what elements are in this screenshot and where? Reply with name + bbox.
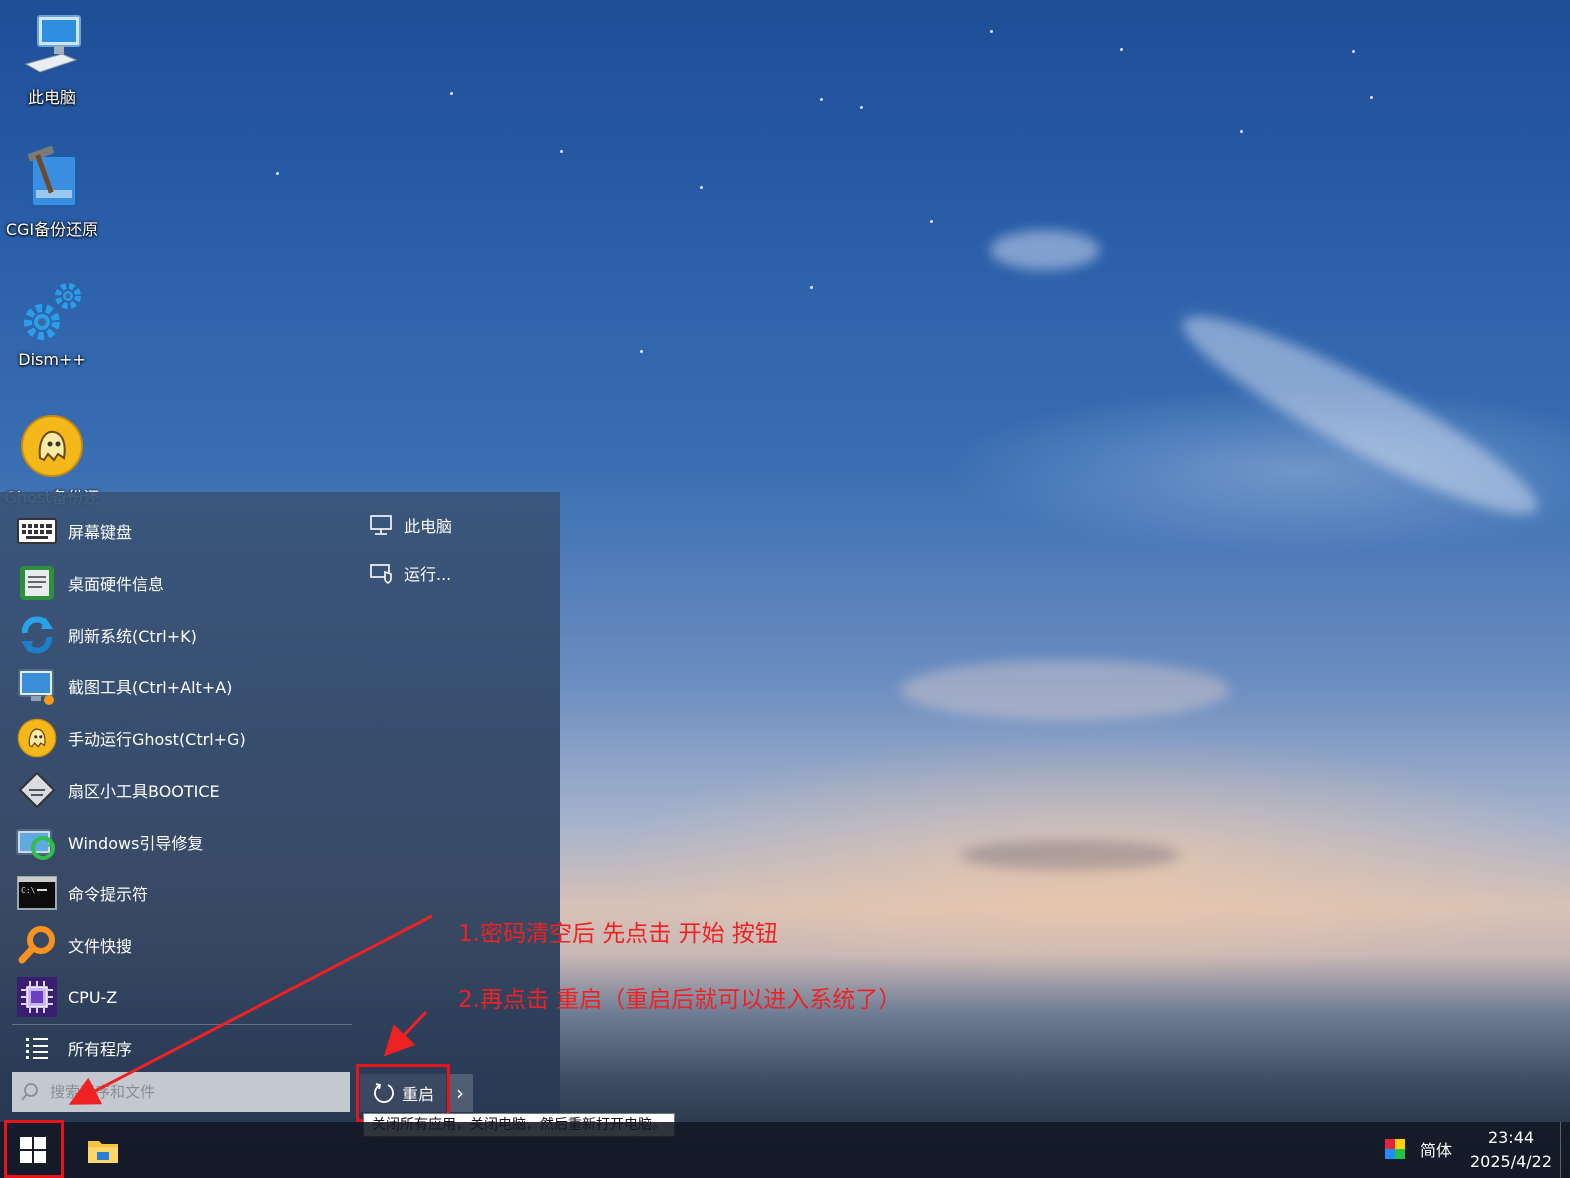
cgi-backup-icon — [20, 146, 84, 210]
app-item-onscreen-keyboard[interactable]: 屏幕键盘 — [14, 507, 344, 555]
search-input[interactable] — [48, 1082, 332, 1102]
app-item-command-prompt[interactable]: C:\ 命令提示符 — [14, 869, 344, 917]
all-programs-button[interactable]: 所有程序 — [14, 1024, 344, 1072]
annotation-step-1: 1.密码清空后 先点击 开始 按钮 — [458, 921, 778, 947]
screenshot-icon — [14, 663, 60, 709]
power-options-arrow-button[interactable]: › — [447, 1074, 473, 1112]
list-icon — [14, 1025, 60, 1071]
desktop-icon-label: CGI备份还原 — [5, 220, 99, 239]
app-item-screenshot-tool[interactable]: 截图工具(Ctrl+Alt+A) — [14, 662, 344, 710]
cloud — [1166, 290, 1554, 540]
app-item-label: 文件快搜 — [68, 937, 133, 956]
app-item-label: Windows引导修复 — [68, 834, 204, 853]
app-item-label: 刷新系统(Ctrl+K) — [68, 627, 197, 646]
cmd-icon: C:\ — [14, 870, 60, 916]
color-display-tray-icon[interactable] — [1384, 1138, 1406, 1160]
svg-text:C:\: C:\ — [21, 886, 36, 895]
hardware-info-icon — [14, 560, 60, 606]
clock-time: 23:44 — [1487, 1128, 1535, 1147]
bootice-icon — [14, 767, 60, 813]
desktop-icon-label: Dism++ — [18, 350, 86, 369]
taskbar: 简体 23:44 2025/4/22 — [0, 1122, 1570, 1178]
computer-icon — [20, 14, 84, 78]
desktop-icon-this-pc[interactable]: 此电脑 — [0, 14, 104, 108]
run-icon — [368, 560, 394, 586]
right-item-run[interactable]: 运行... — [368, 560, 451, 586]
app-item-label: CPU-Z — [68, 987, 118, 1007]
app-item-label: 桌面硬件信息 — [68, 575, 165, 594]
cloud — [900, 660, 1230, 720]
chevron-right-icon: › — [456, 1081, 464, 1105]
file-search-icon — [14, 922, 60, 968]
app-item-cpu-z[interactable]: CPU-Z — [14, 973, 344, 1021]
folder-icon — [88, 1141, 118, 1163]
input-language-indicator[interactable]: 简体 — [1420, 1137, 1452, 1161]
app-item-boot-repair[interactable]: Windows引导修复 — [14, 818, 344, 866]
file-explorer-button[interactable] — [78, 1122, 128, 1178]
app-item-refresh-system[interactable]: 刷新系统(Ctrl+K) — [14, 611, 344, 659]
app-item-label: 屏幕键盘 — [68, 523, 133, 542]
cpu-icon — [14, 974, 60, 1020]
app-item-bootice[interactable]: 扇区小工具BOOTICE — [14, 766, 344, 814]
app-item-hardware-info[interactable]: 桌面硬件信息 — [14, 559, 344, 607]
app-item-label: 扇区小工具BOOTICE — [68, 782, 220, 801]
annotation-step-2: 2.再点击 重启（重启后就可以进入系统了） — [458, 987, 902, 1013]
right-item-label: 此电脑 — [404, 517, 453, 536]
start-search-box[interactable] — [12, 1072, 350, 1112]
desktop-icon-label: 此电脑 — [27, 88, 76, 107]
app-item-manual-ghost[interactable]: 手动运行Ghost(Ctrl+G) — [14, 714, 344, 762]
boot-repair-icon — [14, 819, 60, 865]
monitor-icon — [368, 512, 394, 538]
keyboard-icon — [14, 508, 60, 554]
cloud — [960, 840, 1180, 870]
right-item-label: 运行... — [404, 565, 452, 584]
refresh-icon — [14, 612, 60, 658]
desktop-icon-dism[interactable]: Dism++ — [0, 280, 104, 369]
right-item-this-pc[interactable]: 此电脑 — [368, 512, 452, 538]
search-icon — [12, 1082, 48, 1102]
ghost-icon — [20, 414, 84, 478]
cloud — [990, 230, 1100, 270]
highlight-box-start — [4, 1120, 64, 1178]
show-desktop-button[interactable] — [1560, 1122, 1561, 1178]
all-programs-label: 所有程序 — [68, 1040, 133, 1059]
app-item-file-search[interactable]: 文件快搜 — [14, 921, 344, 969]
clock-date: 2025/4/22 — [1470, 1152, 1553, 1171]
clock[interactable]: 23:44 2025/4/22 — [1470, 1126, 1552, 1174]
gears-icon — [20, 280, 84, 344]
app-item-label: 命令提示符 — [68, 885, 149, 904]
desktop-icon-cgi-backup[interactable]: CGI备份还原 — [0, 146, 104, 240]
app-item-label: 手动运行Ghost(Ctrl+G) — [68, 730, 246, 749]
ghost-icon — [14, 715, 60, 761]
app-item-label: 截图工具(Ctrl+Alt+A) — [68, 678, 233, 697]
